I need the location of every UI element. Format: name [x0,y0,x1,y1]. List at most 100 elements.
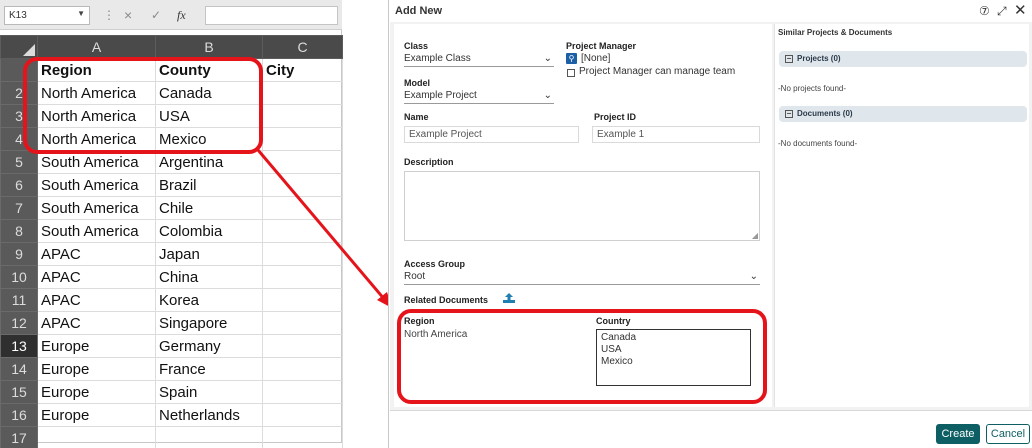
row-header[interactable]: 4 [0,127,38,151]
cell[interactable]: Germany [155,334,263,358]
cell[interactable]: APAC [37,311,156,335]
cell[interactable] [262,265,343,289]
row-header[interactable]: 14 [0,357,38,381]
cell[interactable]: Argentina [155,150,263,174]
cell[interactable]: Europe [37,334,156,358]
cell[interactable]: City [262,58,343,82]
cell[interactable]: Canada [155,81,263,105]
cell[interactable]: APAC [37,265,156,289]
cell[interactable]: Spain [155,380,263,404]
cell[interactable] [155,426,263,448]
cell[interactable]: Europe [37,380,156,404]
row-header[interactable]: 15 [0,380,38,404]
enter-icon[interactable]: ✓ [151,8,161,22]
cell[interactable] [262,334,343,358]
list-item[interactable]: Mexico [601,356,746,368]
chevron-down-icon[interactable]: ▼ [77,9,85,18]
more-options-icon[interactable]: ⋮ [103,8,115,22]
list-item[interactable]: USA [601,344,746,356]
cell[interactable]: North America [37,81,156,105]
close-icon[interactable]: ✕ [1014,1,1027,19]
description-textarea[interactable]: ◢ [404,171,760,241]
cell[interactable]: North America [37,127,156,151]
cell[interactable]: Netherlands [155,403,263,427]
cell[interactable]: South America [37,219,156,243]
row-header[interactable]: 6 [0,173,38,197]
cell[interactable] [262,357,343,381]
expand-icon[interactable]: ⤢ [997,4,1007,19]
help-icon[interactable]: ⑦ [979,4,990,18]
cell[interactable]: Mexico [155,127,263,151]
collapse-icon[interactable]: − [785,110,793,118]
cell[interactable]: Korea [155,288,263,312]
country-listbox[interactable]: Canada USA Mexico [596,329,751,386]
cell[interactable] [262,150,343,174]
project-id-input[interactable]: Example 1 [592,126,760,143]
row-header[interactable]: 13 [0,334,38,358]
cell[interactable] [37,426,156,448]
cell[interactable] [262,426,343,448]
row-header[interactable]: 8 [0,219,38,243]
cell[interactable] [262,403,343,427]
cell[interactable]: Japan [155,242,263,266]
row-header[interactable]: 17 [0,426,38,448]
cell[interactable] [262,127,343,151]
select-all-corner[interactable] [0,35,38,59]
cell[interactable] [262,288,343,312]
cell[interactable]: France [155,357,263,381]
model-select[interactable]: Example Project ⌄ [404,90,554,104]
resize-handle-icon[interactable]: ◢ [752,231,758,240]
documents-accordion[interactable]: − Documents (0) [779,106,1027,122]
cell[interactable] [262,219,343,243]
cell[interactable] [262,380,343,404]
cell[interactable] [262,104,343,128]
row-header[interactable]: 11 [0,288,38,312]
row-header[interactable]: 3 [0,104,38,128]
cell[interactable]: APAC [37,242,156,266]
access-group-select[interactable]: Root ⌄ [404,271,760,285]
cell[interactable] [262,81,343,105]
formula-input[interactable] [205,6,338,25]
insert-function-icon[interactable]: fx [177,8,186,22]
projects-accordion[interactable]: − Projects (0) [779,51,1027,67]
class-select[interactable]: Example Class ⌄ [404,53,554,67]
cell[interactable]: South America [37,150,156,174]
collapse-icon[interactable]: − [785,55,793,63]
row-header[interactable]: 2 [0,81,38,105]
cell[interactable]: Region [37,58,156,82]
row-header[interactable] [0,58,38,82]
cell[interactable] [262,311,343,335]
cancel-icon[interactable]: × [124,8,132,22]
name-input[interactable]: Example Project [404,126,579,143]
cell[interactable]: Singapore [155,311,263,335]
row-header[interactable]: 9 [0,242,38,266]
cell[interactable]: South America [37,173,156,197]
cancel-button[interactable]: Cancel [986,424,1030,444]
cell[interactable]: USA [155,104,263,128]
name-box[interactable]: K13 ▼ [4,6,90,25]
cell[interactable]: APAC [37,288,156,312]
cell[interactable]: Europe [37,403,156,427]
cell[interactable] [262,242,343,266]
column-header-c[interactable]: C [262,35,343,59]
create-button[interactable]: Create [936,424,980,444]
list-item[interactable]: Canada [601,332,746,344]
row-header[interactable]: 12 [0,311,38,335]
cell[interactable]: County [155,58,263,82]
cell[interactable] [262,196,343,220]
manage-team-checkbox[interactable] [567,69,575,77]
row-header[interactable]: 7 [0,196,38,220]
column-header-a[interactable]: A [37,35,156,59]
column-header-b[interactable]: B [155,35,263,59]
cell[interactable]: China [155,265,263,289]
upload-icon[interactable] [502,292,516,304]
cell[interactable]: Brazil [155,173,263,197]
cell[interactable] [262,173,343,197]
cell[interactable]: Europe [37,357,156,381]
row-header[interactable]: 16 [0,403,38,427]
row-header[interactable]: 10 [0,265,38,289]
cell[interactable]: South America [37,196,156,220]
cell[interactable]: North America [37,104,156,128]
row-header[interactable]: 5 [0,150,38,174]
search-icon[interactable]: ⚲ [566,53,577,64]
